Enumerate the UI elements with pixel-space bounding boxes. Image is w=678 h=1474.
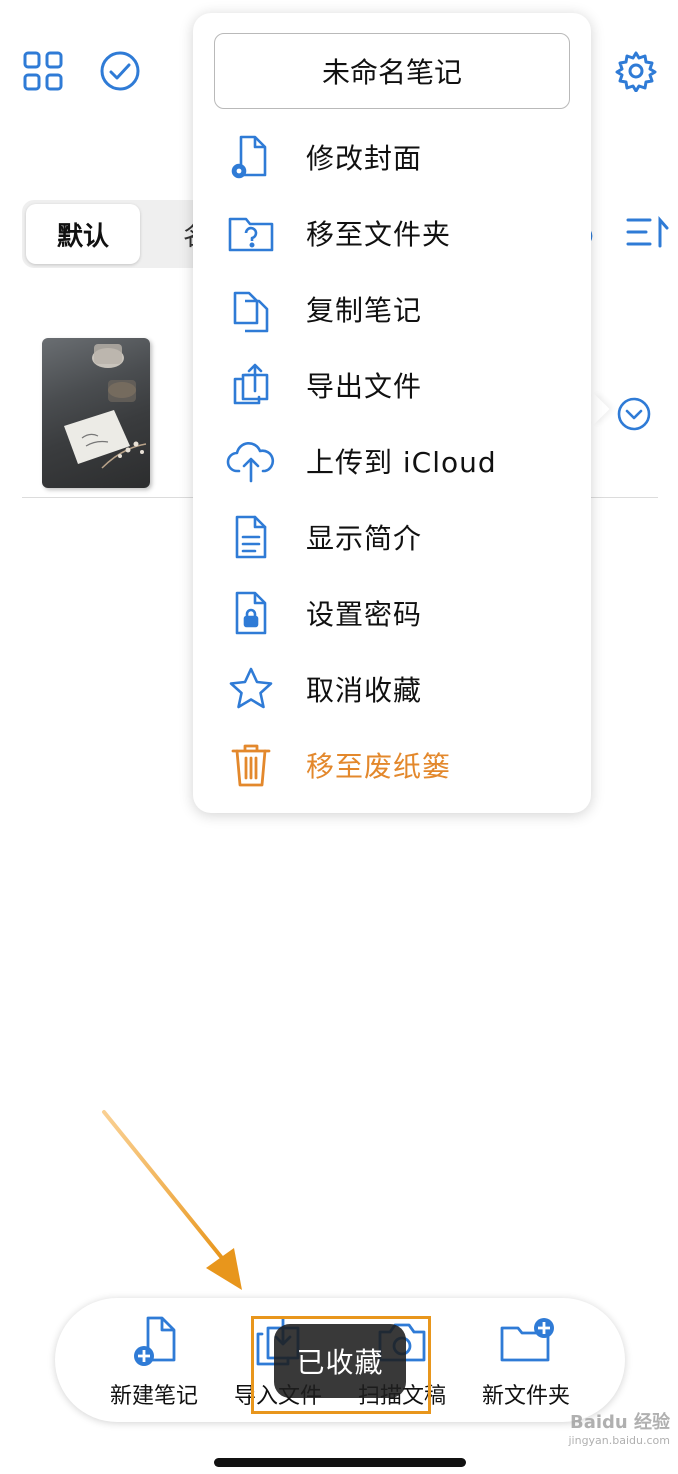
menu-item-label: 移至文件夹 [306,218,452,251]
new-folder-button[interactable]: 新文件夹 [466,1316,586,1416]
new-note-button[interactable]: 新建笔记 [94,1316,214,1416]
grid-view-icon[interactable] [22,50,64,92]
cloud-upload-icon [218,428,284,494]
doc-text-icon [218,504,284,570]
doc-lock-icon [218,580,284,646]
trash-icon [218,732,284,798]
menu-item-label: 移至废纸篓 [306,750,452,783]
new-note-label: 新建笔记 [109,1384,198,1409]
annotation-arrow [98,1108,258,1300]
star-icon [218,656,284,722]
annotation-highlight-box [251,1316,431,1414]
new-folder-label: 新文件夹 [481,1384,570,1409]
menu-item-change-cover[interactable]: 修改封面 [218,124,578,190]
menu-item-unfavorite[interactable]: 取消收藏 [218,656,578,722]
menu-item-export[interactable]: 导出文件 [218,352,578,418]
menu-item-show-info[interactable]: 显示简介 [218,504,578,570]
menu-item-set-password[interactable]: 设置密码 [218,580,578,646]
menu-item-duplicate-note[interactable]: 复制笔记 [218,276,578,342]
watermark-url: jingyan.baidu.com [568,1434,670,1447]
folder-question-icon [218,200,284,266]
menu-item-label: 上传到 iCloud [306,446,497,479]
menu-item-label: 复制笔记 [306,294,423,327]
home-indicator[interactable] [214,1458,466,1467]
menu-item-label: 显示简介 [306,522,423,555]
doc-gear-icon [218,124,284,190]
menu-item-label: 导出文件 [306,370,423,403]
watermark-brand: Baidu 经验 [569,1412,670,1433]
menu-item-label: 修改封面 [306,142,423,175]
menu-item-label: 设置密码 [306,598,423,631]
note-title-field[interactable]: 未命名笔记 [214,33,570,109]
sort-order-icon[interactable] [626,214,670,252]
menu-item-upload-icloud[interactable]: 上传到 iCloud [218,428,578,494]
baidu-watermark: Baidu 经验 jingyan.baidu.com [520,1408,670,1448]
new-note-icon [124,1316,184,1368]
note-cover-thumbnail[interactable] [42,338,150,488]
copy-doc-icon [218,276,284,342]
select-check-icon[interactable] [99,50,141,92]
share-icon [218,352,284,418]
menu-item-label: 取消收藏 [306,674,423,707]
new-folder-icon [496,1316,556,1368]
settings-gear-icon[interactable] [615,50,657,92]
segment-default[interactable]: 默认 [26,204,140,264]
menu-item-move-to-trash[interactable]: 移至废纸篓 [218,732,578,798]
menu-item-move-to-folder[interactable]: 移至文件夹 [218,200,578,266]
note-more-chevron-icon[interactable] [616,396,652,432]
